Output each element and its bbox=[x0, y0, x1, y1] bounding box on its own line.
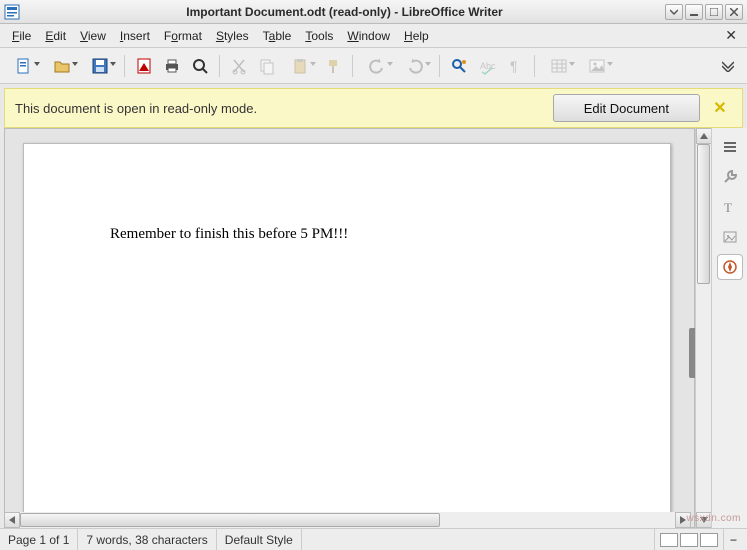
copy-button[interactable] bbox=[254, 53, 280, 79]
window-title: Important Document.odt (read-only) - Lib… bbox=[26, 5, 663, 19]
toolbar-separator bbox=[534, 55, 535, 77]
cut-button[interactable] bbox=[226, 53, 252, 79]
document-viewport: Remember to finish this before 5 PM!!! bbox=[4, 128, 695, 528]
document-page: Remember to finish this before 5 PM!!! bbox=[23, 143, 671, 528]
insert-image-button[interactable] bbox=[579, 53, 615, 79]
scroll-track[interactable] bbox=[20, 512, 675, 528]
new-document-button[interactable] bbox=[6, 53, 42, 79]
app-icon bbox=[4, 4, 20, 20]
toolbar-overflow-button[interactable] bbox=[715, 53, 741, 79]
redo-button[interactable] bbox=[397, 53, 433, 79]
document-close-button[interactable]: ✕ bbox=[721, 27, 741, 44]
print-preview-button[interactable] bbox=[187, 53, 213, 79]
sidebar-panel: T bbox=[711, 128, 747, 528]
menu-file[interactable]: File bbox=[6, 27, 37, 45]
menubar: File Edit View Insert Format Styles Tabl… bbox=[0, 24, 747, 48]
status-page[interactable]: Page 1 of 1 bbox=[0, 529, 78, 550]
vertical-scrollbar[interactable] bbox=[695, 128, 711, 528]
chevron-down-icon bbox=[310, 62, 316, 66]
undo-button[interactable] bbox=[359, 53, 395, 79]
chevron-down-icon bbox=[607, 62, 613, 66]
infobar-close-button[interactable]: ✕ bbox=[708, 96, 732, 120]
window-dropdown-button[interactable] bbox=[665, 4, 683, 20]
statusbar: Page 1 of 1 7 words, 38 characters Defau… bbox=[0, 528, 747, 550]
readonly-infobar: This document is open in read-only mode.… bbox=[4, 88, 743, 128]
scroll-left-button[interactable] bbox=[4, 512, 20, 528]
scroll-up-button[interactable] bbox=[696, 128, 712, 144]
svg-text:Abc: Abc bbox=[480, 61, 496, 71]
chevron-down-icon bbox=[34, 62, 40, 66]
window-close-button[interactable] bbox=[725, 4, 743, 20]
menu-styles[interactable]: Styles bbox=[210, 27, 255, 45]
view-single-page-icon[interactable] bbox=[660, 533, 678, 547]
find-replace-button[interactable] bbox=[446, 53, 472, 79]
scroll-thumb[interactable] bbox=[697, 144, 710, 284]
watermark-text: wsxdn.com bbox=[686, 513, 741, 524]
clone-formatting-button[interactable] bbox=[320, 53, 346, 79]
toolbar-separator bbox=[352, 55, 353, 77]
chevron-down-icon bbox=[425, 62, 431, 66]
sidebar-properties-button[interactable] bbox=[717, 134, 743, 160]
menu-view[interactable]: View bbox=[74, 27, 112, 45]
zoom-out-icon[interactable]: − bbox=[730, 533, 737, 547]
svg-text:T: T bbox=[724, 200, 732, 215]
view-multi-page-icon[interactable] bbox=[680, 533, 698, 547]
menu-table[interactable]: Table bbox=[257, 27, 298, 45]
menu-edit[interactable]: Edit bbox=[39, 27, 72, 45]
menu-help[interactable]: Help bbox=[398, 27, 435, 45]
chevron-down-icon bbox=[387, 62, 393, 66]
export-pdf-button[interactable] bbox=[131, 53, 157, 79]
status-wordcount[interactable]: 7 words, 38 characters bbox=[78, 529, 216, 550]
status-style[interactable]: Default Style bbox=[217, 529, 302, 550]
sidebar-wrench-icon[interactable] bbox=[717, 164, 743, 190]
infobar-message: This document is open in read-only mode. bbox=[15, 101, 545, 116]
titlebar: Important Document.odt (read-only) - Lib… bbox=[0, 0, 747, 24]
sidebar-styles-button[interactable]: T bbox=[717, 194, 743, 220]
print-button[interactable] bbox=[159, 53, 185, 79]
toolbar-separator bbox=[439, 55, 440, 77]
view-book-icon[interactable] bbox=[700, 533, 718, 547]
sidebar-navigator-button[interactable] bbox=[717, 254, 743, 280]
edit-document-button[interactable]: Edit Document bbox=[553, 94, 700, 122]
toolbar-separator bbox=[124, 55, 125, 77]
sidebar-gallery-button[interactable] bbox=[717, 224, 743, 250]
window-maximize-button[interactable] bbox=[705, 4, 723, 20]
window-minimize-button[interactable] bbox=[685, 4, 703, 20]
save-document-button[interactable] bbox=[82, 53, 118, 79]
view-mode-buttons[interactable] bbox=[654, 529, 723, 550]
zoom-control[interactable]: − bbox=[723, 529, 747, 550]
chevron-down-icon bbox=[72, 62, 78, 66]
work-area: Remember to finish this before 5 PM!!! T bbox=[0, 128, 747, 528]
menu-tools[interactable]: Tools bbox=[299, 27, 339, 45]
chevron-down-icon bbox=[110, 62, 116, 66]
svg-text:¶: ¶ bbox=[510, 58, 518, 74]
formatting-marks-button[interactable]: ¶ bbox=[502, 53, 528, 79]
document-body-text: Remember to finish this before 5 PM!!! bbox=[24, 144, 670, 243]
standard-toolbar: Abc ¶ bbox=[0, 48, 747, 84]
scroll-thumb[interactable] bbox=[20, 513, 440, 527]
horizontal-scrollbar[interactable] bbox=[4, 512, 691, 528]
paste-button[interactable] bbox=[282, 53, 318, 79]
menu-insert[interactable]: Insert bbox=[114, 27, 156, 45]
menu-window[interactable]: Window bbox=[341, 27, 396, 45]
toolbar-separator bbox=[219, 55, 220, 77]
open-document-button[interactable] bbox=[44, 53, 80, 79]
chevron-down-icon bbox=[569, 62, 575, 66]
insert-table-button[interactable] bbox=[541, 53, 577, 79]
scroll-track[interactable] bbox=[696, 144, 711, 512]
spellcheck-button[interactable]: Abc bbox=[474, 53, 500, 79]
menu-format[interactable]: Format bbox=[158, 27, 208, 45]
sidebar-collapse-handle[interactable] bbox=[689, 328, 695, 378]
